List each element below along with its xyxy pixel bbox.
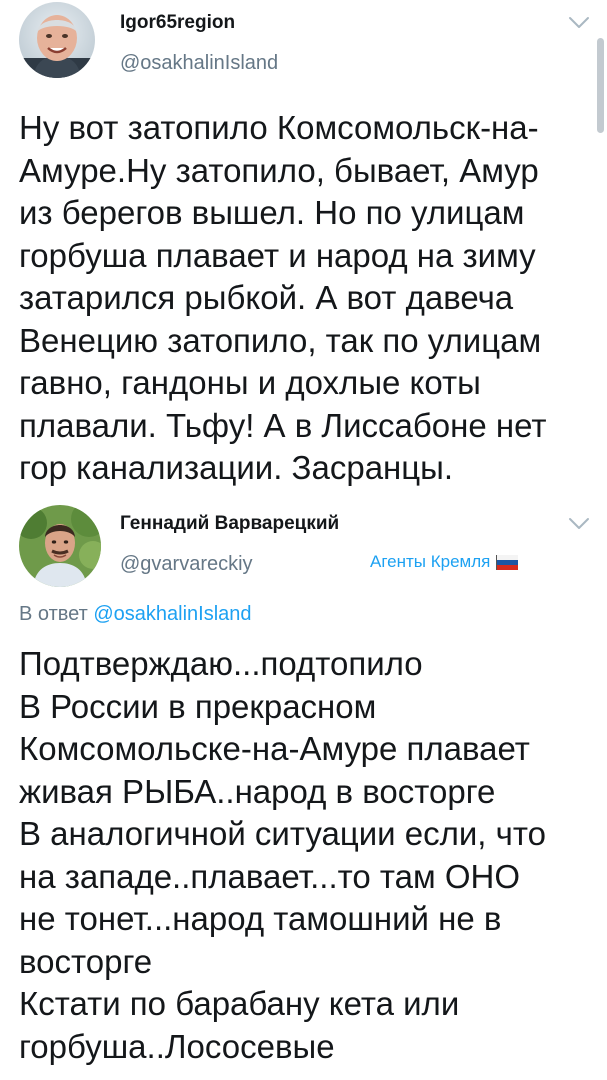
author-name[interactable]: Геннадий Варварецкий (120, 513, 339, 535)
tweet-text-line: Ну вот затопило Комсомольск-на- (19, 109, 539, 146)
tweet-text: Подтверждаю...подтопило В России в прекр… (19, 643, 546, 1068)
chevron-down-icon[interactable] (568, 517, 590, 531)
list-label[interactable]: Агенты Кремля (370, 552, 519, 572)
tweet-text-line: гавно, гандоны и дохлые коты (19, 364, 481, 401)
tweet-text-line: Кстати по барабану кета или (19, 985, 460, 1022)
tweet-text-line: восторге (19, 942, 153, 980)
tweet-text-line: Комсомольске-на-Амуре плавает (19, 730, 530, 767)
tweet[interactable]: Геннадий Варварецкий @gvarvareckiy Агент… (0, 505, 607, 1080)
tweet[interactable]: Igor65region @osakhalinIsland Ну вот зат… (0, 0, 607, 505)
avatar[interactable] (19, 2, 95, 78)
chevron-down-icon[interactable] (568, 16, 590, 30)
tweet-text-line: плавали. Тьфу! А в Лиссабоне нет (19, 406, 547, 444)
tweet-text-line: на западе..плавает...то там ОНО (19, 857, 520, 895)
scrollbar[interactable] (597, 38, 604, 133)
tweet-text-line: Амуре.Ну затопило, бывает, Амур (19, 151, 539, 189)
author-handle[interactable]: @osakhalinIsland (120, 52, 278, 75)
tweet-text-line: не тонет...народ тамошний не в (19, 900, 502, 937)
reply-context: В ответ @osakhalinIsland (19, 603, 252, 626)
tweet-text-line: В России в прекрасном (19, 687, 377, 725)
avatar[interactable] (19, 505, 101, 587)
reply-prefix: В ответ (19, 603, 88, 625)
author-handle[interactable]: @gvarvareckiy (120, 553, 253, 576)
list-label-text: Агенты Кремля (370, 552, 491, 571)
russian-flag-icon (496, 554, 519, 570)
tweet-text-line: горбуша плавает и народ на зиму (19, 236, 536, 274)
tweet-text-line: Подтверждаю...подтопило (19, 645, 423, 682)
tweet-text: Ну вот затопило Комсомольск-на- Амуре.Ну… (19, 107, 546, 490)
author-name[interactable]: Igor65region (120, 12, 235, 34)
tweet-text-line: Венецию затопило, так по улицам (19, 321, 542, 359)
tweet-text-line: из берегов вышел. Но по улицам (19, 194, 525, 231)
tweet-text-line: В аналогичной ситуации если, что (19, 815, 546, 852)
tweet-text-line: гор канализации. Засранцы. (19, 449, 454, 486)
reply-mention-link[interactable]: @osakhalinIsland (93, 603, 251, 625)
tweet-text-line: горбуша..Лососевые (19, 1027, 335, 1065)
tweet-text-line: живая РЫБА..народ в восторге (19, 772, 496, 810)
tweet-text-line: затарился рыбкой. А вот давеча (19, 279, 514, 316)
